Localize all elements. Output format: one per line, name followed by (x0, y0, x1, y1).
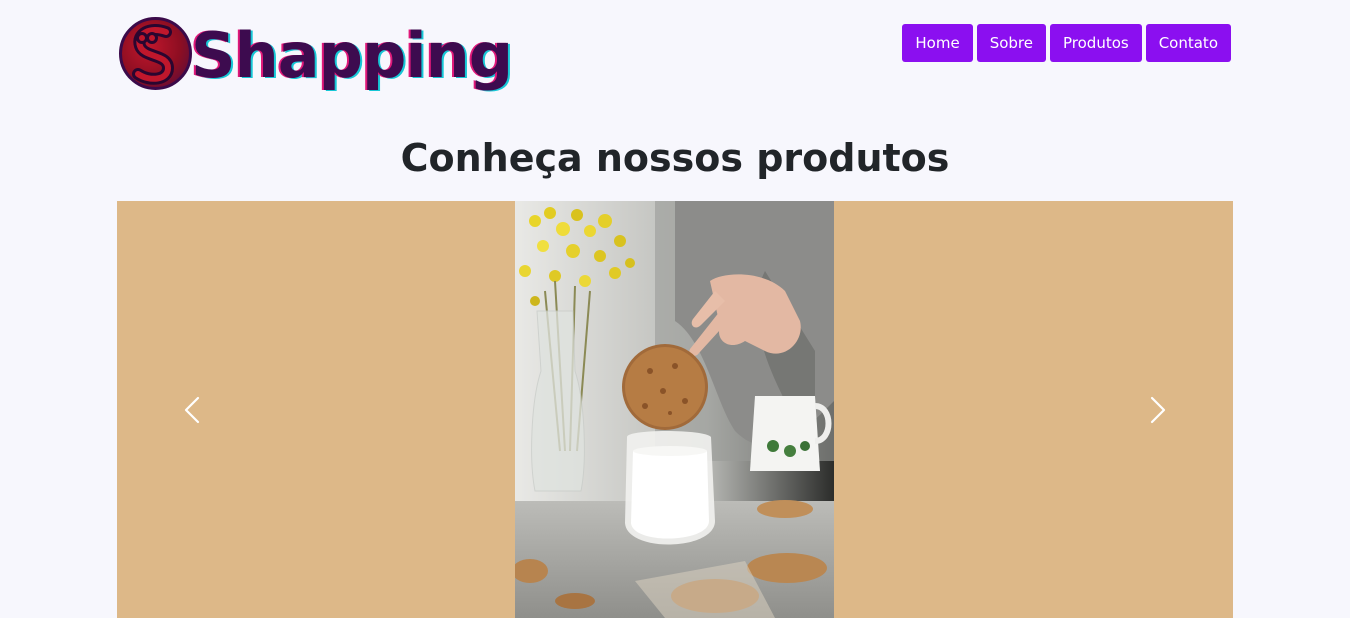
product-carousel (117, 201, 1233, 618)
carousel-slide-image (512, 201, 835, 618)
nav-sobre-button[interactable]: Sobre (976, 24, 1046, 62)
nav-produtos-button[interactable]: Produtos (1050, 24, 1142, 62)
brand-logo[interactable]: Shapping (117, 14, 513, 94)
carousel-prev-control[interactable] (117, 201, 271, 618)
chevron-right-icon (1150, 396, 1166, 423)
logo-text: Shapping (191, 19, 513, 92)
chevron-left-icon (184, 396, 200, 423)
nav-home-button[interactable]: Home (902, 24, 973, 62)
carousel-next-control[interactable] (1079, 201, 1233, 618)
main-nav: Home Sobre Produtos Contato (902, 24, 1231, 62)
logo-emblem-icon (119, 17, 192, 90)
nav-contato-button[interactable]: Contato (1145, 24, 1231, 62)
page-title: Conheça nossos produtos (400, 136, 950, 180)
